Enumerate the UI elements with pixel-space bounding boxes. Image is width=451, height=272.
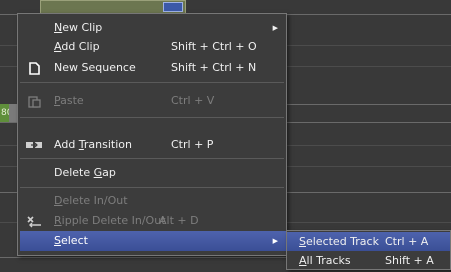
clip-marker <box>163 2 183 12</box>
menu-item-ripple-delete-in-out[interactable]: Ripple Delete In/Out Alt + D <box>18 211 286 231</box>
ripple-delete-icon <box>26 214 42 228</box>
document-icon <box>26 61 42 75</box>
menu-item-shortcut: Shift + Ctrl + N <box>171 61 257 74</box>
menu-item-label: Ripple Delete In/Out <box>54 214 166 227</box>
menu-item-shortcut: Ctrl + V <box>171 94 215 107</box>
menu-separator <box>20 158 284 159</box>
menu-item-label: Select <box>54 234 88 247</box>
menu-item-paste[interactable]: Paste Ctrl + V <box>18 91 286 111</box>
menu-item-label: New Clip <box>54 21 103 34</box>
menu-item-add-clip[interactable]: Add Clip Shift + Ctrl + O <box>18 37 286 57</box>
menu-item-delete-in-out[interactable]: Delete In/Out <box>18 191 286 211</box>
transition-icon <box>26 138 42 152</box>
menu-separator <box>20 187 284 188</box>
timeline-clip[interactable] <box>40 0 186 14</box>
select-submenu: Selected Track Ctrl + A All Tracks Shift… <box>286 230 451 270</box>
menu-item-shortcut: Alt + D <box>159 214 199 227</box>
submenu-item-shortcut: Shift + A <box>385 254 434 267</box>
submenu-arrow-icon: ▶ <box>272 24 278 32</box>
menu-item-label: New Sequence <box>54 61 136 74</box>
menu-separator <box>20 82 284 83</box>
track-tag: 80 <box>0 104 9 122</box>
submenu-arrow-icon: ▶ <box>272 237 278 245</box>
submenu-item-selected-track[interactable]: Selected Track Ctrl + A <box>287 232 450 251</box>
menu-item-label: Paste <box>54 94 84 107</box>
paste-icon <box>26 94 42 108</box>
menu-item-label: Add Transition <box>54 138 132 151</box>
context-menu: New Clip ▶ Add Clip Shift + Ctrl + O New… <box>17 13 287 256</box>
menu-item-label: Delete In/Out <box>54 194 128 207</box>
track-block <box>9 104 17 122</box>
menu-item-label: Delete Gap <box>54 166 116 179</box>
menu-item-new-sequence[interactable]: New Sequence Shift + Ctrl + N <box>18 58 286 78</box>
menu-item-shortcut: Shift + Ctrl + O <box>171 40 257 53</box>
submenu-item-all-tracks[interactable]: All Tracks Shift + A <box>287 251 450 270</box>
menu-item-shortcut: Ctrl + P <box>171 138 214 151</box>
menu-item-add-transition[interactable]: Add Transition Ctrl + P <box>18 135 286 155</box>
menu-item-select[interactable]: Select ▶ <box>20 231 286 251</box>
submenu-item-label: All Tracks <box>299 254 351 267</box>
submenu-item-label: Selected Track <box>299 235 379 248</box>
submenu-item-shortcut: Ctrl + A <box>385 235 429 248</box>
menu-separator <box>20 117 284 118</box>
menu-item-new-clip[interactable]: New Clip ▶ <box>18 18 286 38</box>
menu-item-label: Add Clip <box>54 40 100 53</box>
menu-item-delete-gap[interactable]: Delete Gap <box>18 163 286 183</box>
